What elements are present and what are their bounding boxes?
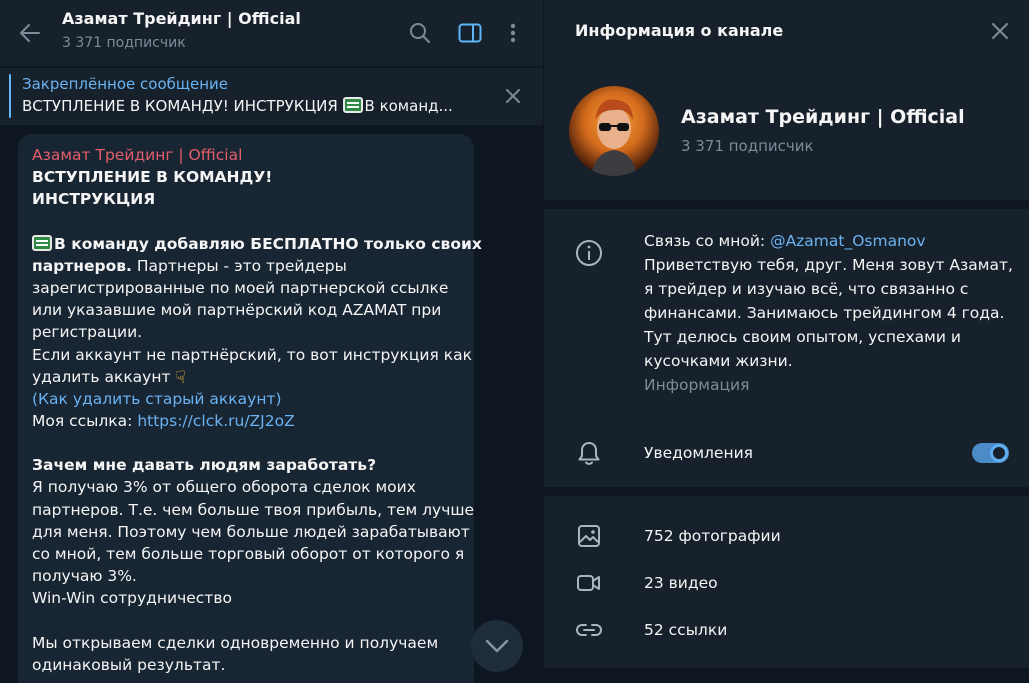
chat-header: Азамат Трейдинг | Official 3 371 подписч… [0,0,543,66]
message-author[interactable]: Азамат Трейдинг | Official [32,144,462,166]
telegram-window: Азамат Трейдинг | Official 3 371 подписч… [0,0,1029,683]
toggle-knob [990,444,1008,462]
message-line: Win-Win сотрудничество [32,589,232,608]
message-line: или указавшие мой партнёрский код AZAMAT… [32,301,442,320]
pinned-indicator [9,74,11,118]
section-divider [544,668,1029,683]
scroll-down-icon[interactable] [471,620,523,672]
message-text: Азамат Трейдинг | Official ВСТУПЛЕНИЕ В … [32,144,482,676]
photos-row[interactable] [544,513,1029,559]
more-vertical-icon[interactable] [498,18,528,48]
contact-handle-link[interactable]: @Azamat_Osmanov [770,232,926,250]
chat-subscriber-count: 3 371 подписчик [62,35,186,51]
message-line: удалить аккаунт ☟ [32,366,462,388]
video-icon [574,568,604,598]
pinned-title: Закреплённое сообщение [22,75,229,93]
notifications-label: Уведомления [644,444,753,462]
message-line: со мной, тем больше торговый оборот от к… [32,545,465,563]
message-line: регистрации. [32,323,143,342]
description-line: Тут делюсь своим опытом, успехами и [644,328,961,346]
search-icon[interactable] [405,18,435,48]
message-line: зарегистрированные по моей партнерской с… [32,278,449,297]
message-bold-text: партнеров. [32,256,132,275]
message-line: партнеров. Т.е. чем больше твоя прибыль,… [32,500,475,519]
photo-icon [574,521,604,551]
description-caption: Информация [644,376,750,394]
section-divider [544,487,1029,496]
message-line: Мы открываем сделки одновременно и получ… [32,633,439,652]
links-row[interactable] [544,607,1029,653]
bell-icon [574,438,604,468]
link-icon [574,615,604,645]
videos-row[interactable] [544,560,1029,606]
pinned-text-tail: В команд... [364,97,453,115]
info-icon [573,237,605,269]
message-line: Моя ссылка: https://clck.ru/ZJ2oZ [32,410,462,432]
message-line: Я получаю 3% от общего оборота сделок мо… [32,478,416,497]
pinned-text: ВСТУПЛЕНИЕ В КОМАНДУ! ИНСТРУКЦИЯ В коман… [22,97,472,115]
message-text-span: удалить аккаунт [32,367,176,386]
terminal-emoji-icon [32,234,52,251]
links-label: 52 ссылки [644,621,728,639]
channel-name: Азамат Трейдинг | Official [681,106,965,128]
notifications-toggle[interactable] [972,443,1009,463]
close-pinned-icon[interactable] [500,83,526,109]
channel-subscriber-count: 3 371 подписчик [681,137,814,155]
chat-area: Азамат Трейдинг | Official 3 371 подписч… [0,0,543,683]
back-arrow-icon[interactable] [16,19,44,47]
pointing-down-hand-icon: ☟ [175,367,186,388]
terminal-emoji-icon [342,97,363,113]
chat-title[interactable]: Азамат Трейдинг | Official [62,9,301,28]
description-line: Связь со мной: @Azamat_Osmanov [644,229,1004,253]
pinned-text-main: ВСТУПЛЕНИЕ В КОМАНДУ! ИНСТРУКЦИЯ [22,97,343,115]
message-heading-2: ИНСТРУКЦИЯ [32,190,156,209]
message-text-span: Моя ссылка: [32,412,138,431]
photos-label: 752 фотографии [644,527,781,545]
message-line: для меня. Поэтому чем больше людей зараб… [32,522,470,541]
message-line: получаю 3%. [32,567,137,586]
channel-description: Связь со мной: @Azamat_Osmanov Приветств… [644,229,1013,373]
description-line: финансами. Занимаюсь трейдингом 4 года. [644,304,1005,322]
description-line: Приветствую тебя, друг. Меня зовут Азама… [644,256,1013,274]
channel-info-panel: Информация о канале Азамат Трейдинг | Of… [543,0,1029,683]
referral-link[interactable]: https://clck.ru/ZJ2oZ [137,412,294,430]
description-prefix: Связь со мной: [644,232,771,250]
description-line: кусочками жизни. [644,352,793,370]
message-subheading: Зачем мне давать людям заработать? [32,456,377,475]
message-bold-text: В команду добавляю БЕСПЛАТНО только свои… [54,234,482,253]
videos-label: 23 видео [644,574,718,592]
panel-title: Информация о канале [575,21,784,40]
channel-avatar[interactable] [569,86,659,176]
pinned-message-bar[interactable]: Закреплённое сообщение ВСТУПЛЕНИЕ В КОМА… [0,67,543,125]
message-line: одинаковый результат. [32,655,226,674]
message-line: партнеров. Партнеры - это трейдеры [32,255,462,277]
description-line: я трейдер и изучаю всё, что связанно с [644,280,969,298]
sidebar-toggle-icon[interactable] [455,18,485,48]
delete-account-link[interactable]: (Как удалить старый аккаунт) [32,388,462,410]
close-icon[interactable] [986,17,1014,45]
message-line: В команду добавляю БЕСПЛАТНО только свои… [32,233,482,255]
notifications-row[interactable] [544,430,1029,476]
message-line: Если аккаунт не партнёрский, то вот инст… [32,345,472,364]
section-divider [544,200,1029,209]
message-heading-1: ВСТУПЛЕНИЕ В КОМАНДУ! [32,168,273,187]
message-text-span: Партнеры - это трейдеры [131,256,347,275]
